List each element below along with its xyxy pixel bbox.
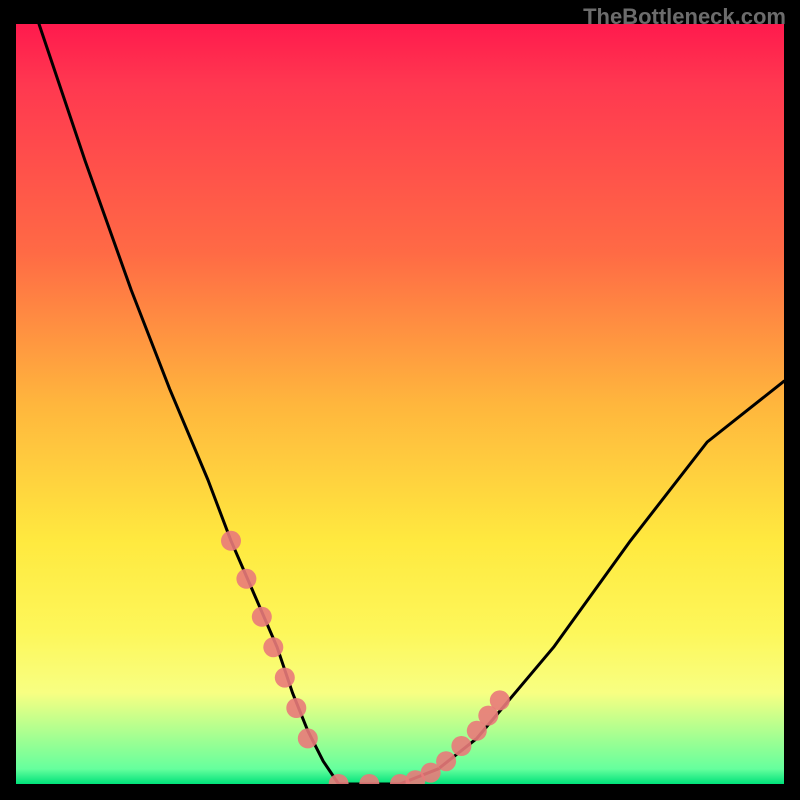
marker-point [263, 637, 283, 657]
marker-point [490, 690, 510, 710]
marker-point [451, 736, 471, 756]
marker-point [359, 774, 379, 784]
marker-point [221, 531, 241, 551]
chart-frame: { "watermark": "TheBottleneck.com", "cha… [0, 0, 800, 800]
marker-point [436, 751, 456, 771]
marker-point [236, 569, 256, 589]
plot-area [16, 24, 784, 784]
marker-point [275, 668, 295, 688]
chart-svg [16, 24, 784, 784]
marker-point [252, 607, 272, 627]
curve-line [39, 24, 784, 784]
marker-group [221, 531, 510, 784]
marker-point [286, 698, 306, 718]
marker-point [298, 728, 318, 748]
